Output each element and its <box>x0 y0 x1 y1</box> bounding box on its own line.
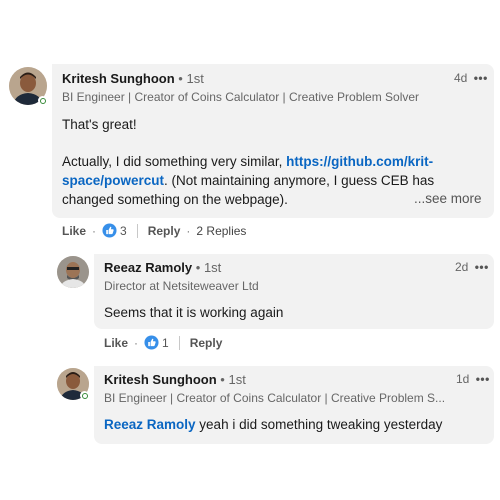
timestamp: 4d <box>454 71 468 85</box>
timestamp: 1d <box>456 372 470 386</box>
author-headline: BI Engineer | Creator of Coins Calculato… <box>62 90 420 104</box>
online-status-icon <box>80 391 89 400</box>
author-name[interactable]: Reeaz Ramoly <box>104 260 192 275</box>
reply-button[interactable]: Reply <box>148 224 181 238</box>
reply-author-line: Reeaz Ramoly • 1st <box>104 260 221 275</box>
like-button[interactable]: Like <box>62 224 86 238</box>
see-more-button[interactable]: ...see more <box>414 191 482 206</box>
connection-degree: • 1st <box>195 260 222 275</box>
reply-time: 2d ••• <box>455 260 489 274</box>
more-options-icon[interactable]: ••• <box>474 71 488 85</box>
comment-body-line1: That's great! <box>62 117 137 132</box>
divider <box>178 335 180 350</box>
like-button[interactable]: Like <box>104 336 128 350</box>
reaction-number: 3 <box>120 223 127 238</box>
like-reaction-icon <box>144 335 159 350</box>
separator-dot: · <box>92 223 97 238</box>
reaction-number: 1 <box>162 335 169 350</box>
connection-degree: • 1st <box>220 372 246 387</box>
timestamp: 2d <box>455 260 469 274</box>
reaction-count[interactable]: 1 <box>144 335 169 350</box>
divider <box>136 223 138 238</box>
reply-time: 1d ••• <box>456 372 490 386</box>
online-status-icon <box>38 96 47 105</box>
reply-actions: Like · 1 Reply <box>104 335 222 350</box>
author-name[interactable]: Kritesh Sunghoon <box>104 372 217 387</box>
reply-button[interactable]: Reply <box>190 336 223 350</box>
reply-author-line: Kritesh Sunghoon • 1st <box>104 372 246 387</box>
more-options-icon[interactable]: ••• <box>476 372 490 386</box>
like-reaction-icon <box>102 223 117 238</box>
avatar[interactable] <box>57 256 89 288</box>
reply-body: Reeaz Ramoly yeah i did something tweaki… <box>104 415 442 434</box>
comment-body: Actually, I did something very similar, … <box>62 152 462 209</box>
reply-text: yeah i did something tweaking yesterday <box>195 417 443 432</box>
comment-actions: Like · 3 Reply · 2 Replies <box>62 223 246 238</box>
separator-dot: · <box>186 223 191 238</box>
mention-link[interactable]: Reeaz Ramoly <box>104 417 196 432</box>
author-headline: BI Engineer | Creator of Coins Calculato… <box>104 391 446 405</box>
separator-dot: · <box>134 335 139 350</box>
replies-count-button[interactable]: 2 Replies <box>196 224 246 238</box>
comment-text: Actually, I did something very similar, <box>62 154 287 169</box>
comment-time: 4d ••• <box>454 71 488 85</box>
comment-author-line: Kritesh Sunghoon • 1st <box>62 71 204 86</box>
connection-degree: • 1st <box>178 71 204 86</box>
author-name[interactable]: Kritesh Sunghoon <box>62 71 175 86</box>
more-options-icon[interactable]: ••• <box>475 260 489 274</box>
reaction-count[interactable]: 3 <box>102 223 127 238</box>
reply-body: Seems that it is working again <box>104 305 284 320</box>
author-headline: Director at Netsiteweaver Ltd <box>104 279 259 293</box>
